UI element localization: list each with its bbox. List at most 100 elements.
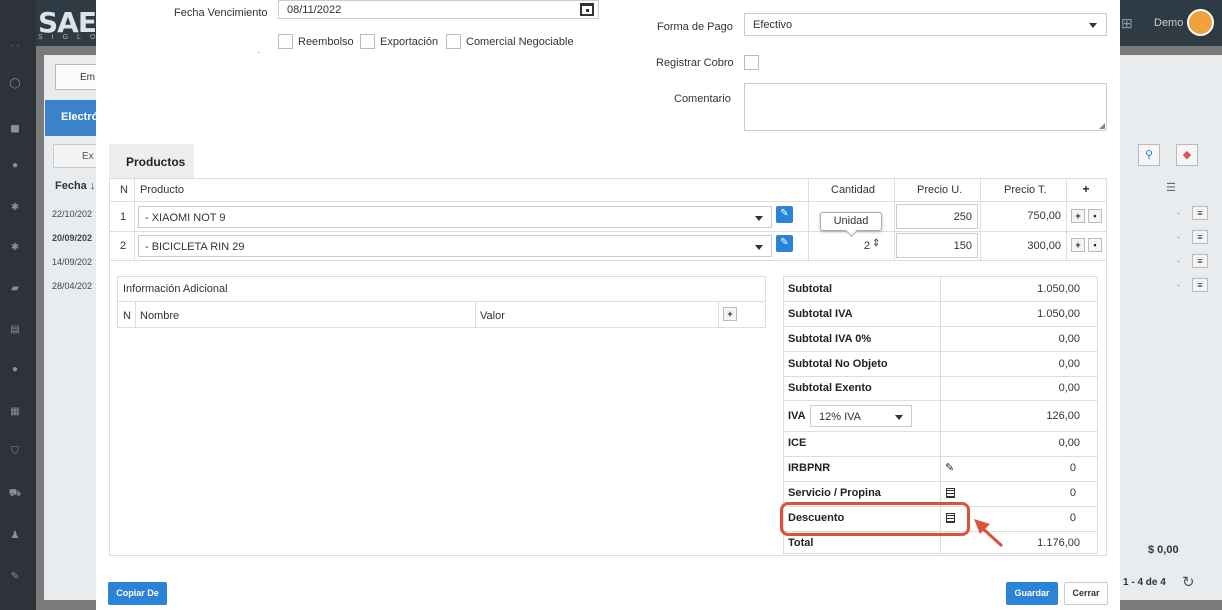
chart-icon[interactable]: ▅	[8, 122, 22, 133]
calculator-icon[interactable]	[946, 488, 955, 498]
divider	[784, 400, 1097, 401]
row-menu-icon[interactable]: ≡	[1192, 278, 1208, 292]
divider	[894, 179, 895, 261]
avatar[interactable]	[1187, 9, 1214, 36]
product-select[interactable]: - XIAOMI NOT 9	[138, 206, 772, 228]
refresh-icon[interactable]: ↻	[1182, 573, 1195, 591]
subtotal-iva0-label: Subtotal IVA 0%	[788, 333, 872, 345]
truck-icon[interactable]: ▰	[8, 283, 22, 294]
arrow-annotation-icon	[974, 519, 1004, 548]
app-logo-subtitle: SIGLO	[38, 34, 105, 41]
collapse-icon[interactable]: · ·	[8, 40, 22, 51]
product-select[interactable]: - BICICLETA RIN 29	[138, 235, 772, 257]
divider	[784, 431, 1097, 432]
edit-product-button[interactable]: ✎	[776, 206, 793, 223]
divider	[134, 179, 135, 261]
separator-dot: .	[258, 46, 261, 55]
add-row-button[interactable]: +	[1071, 209, 1085, 223]
apps-grid-icon[interactable]: ⊞	[1121, 15, 1133, 32]
calendar-icon[interactable]	[580, 3, 594, 16]
row-menu-icon[interactable]: ≡	[1192, 254, 1208, 268]
pen-icon[interactable]: ✎	[8, 571, 22, 582]
iva-value: 126,00	[1046, 410, 1080, 422]
save-button[interactable]: Guardar	[1006, 582, 1058, 605]
product-value: - BICICLETA RIN 29	[145, 241, 245, 253]
register-payment-checkbox[interactable]	[744, 55, 759, 70]
exportacion-checkbox[interactable]	[360, 34, 375, 49]
table-row[interactable]: 28/04/202	[52, 281, 92, 291]
table-row[interactable]: 22/10/202	[52, 209, 92, 219]
additional-info-title: Información Adicional	[123, 283, 228, 295]
iva-select[interactable]: 12% IVA	[810, 405, 912, 427]
divider	[1066, 179, 1067, 261]
cog-icon[interactable]: ✱	[8, 202, 22, 213]
pencil-icon[interactable]: ✎	[945, 461, 954, 474]
unit-price-input[interactable]: 250	[896, 204, 978, 229]
edit-product-button[interactable]: ✎	[776, 235, 793, 252]
background-total: $ 0,00	[1148, 544, 1179, 556]
quantity-value[interactable]: 2	[840, 240, 870, 252]
table-row[interactable]: 14/09/202	[52, 257, 92, 267]
total-price-value: 300,00	[1027, 240, 1061, 252]
cart-icon[interactable]: ⛟	[8, 488, 22, 499]
filter-icon[interactable]: ☰	[1160, 178, 1182, 200]
add-info-button[interactable]: +	[723, 307, 737, 321]
dot-icon: -	[1177, 208, 1180, 218]
users-icon[interactable]: ●	[8, 160, 22, 171]
divider	[110, 260, 1106, 261]
app-sidebar: · · ◯ ▅ ● ✱ ✱ ▰ ▤ ● ▦ ⛉ ⛟ ♟ ✎	[0, 0, 36, 610]
chevron-down-icon	[1089, 23, 1097, 28]
unit-price-value: 150	[953, 240, 972, 252]
shield-icon[interactable]: ⛉	[8, 446, 22, 457]
clock-icon[interactable]: ◯	[8, 78, 22, 89]
subtotal-iva0-value: 0,00	[1058, 333, 1080, 345]
reembolso-checkbox[interactable]	[278, 34, 293, 49]
user-name[interactable]: Demo	[1154, 17, 1183, 29]
comercial-negociable-checkbox[interactable]	[446, 34, 461, 49]
ice-value: 0,00	[1058, 437, 1080, 449]
subtotal-no-objeto-label: Subtotal No Objeto	[788, 358, 888, 370]
servicio-value: 0	[1069, 487, 1076, 499]
trash-icon[interactable]: ▪	[1088, 209, 1102, 223]
tab-productos[interactable]: Productos	[109, 144, 194, 178]
exportacion-label: Exportación	[380, 36, 439, 48]
payment-method-value: Efectivo	[753, 19, 793, 31]
col-n: N	[123, 310, 131, 322]
divider	[784, 481, 1097, 482]
row-menu-icon[interactable]: ≡	[1192, 206, 1208, 220]
eraser-icon[interactable]: ◆	[1176, 144, 1198, 166]
search-icon[interactable]: ⚲	[1138, 144, 1160, 166]
col-precio-u: Precio U.	[917, 184, 963, 196]
comment-textarea[interactable]: ◢	[744, 83, 1107, 131]
unit-price-input[interactable]: 150	[896, 233, 978, 258]
total-value: 1.176,00	[1037, 537, 1080, 549]
add-row-button[interactable]: +	[1071, 238, 1085, 252]
payment-method-select[interactable]: Efectivo	[744, 13, 1107, 36]
ice-label: ICE	[788, 437, 807, 449]
dot-icon: -	[1177, 256, 1180, 266]
row-number: 2	[120, 240, 127, 252]
close-button[interactable]: Cerrar	[1064, 582, 1108, 605]
chevron-down-icon	[895, 415, 903, 420]
divider	[135, 302, 136, 327]
palette-icon[interactable]: ●	[8, 364, 22, 375]
copy-from-button[interactable]: Copiar De	[108, 582, 167, 605]
due-date-input[interactable]: 08/11/2022	[278, 0, 599, 19]
row-menu-icon[interactable]: ≡	[1192, 230, 1208, 244]
irbpnr-label: IRBPNR	[788, 462, 831, 474]
date-column-header[interactable]: Fecha ↓	[55, 180, 95, 192]
add-product-button[interactable]: +	[1079, 183, 1093, 197]
table-row[interactable]: 20/09/202	[52, 233, 92, 243]
descuento-value: 0	[1069, 512, 1076, 524]
divider	[475, 302, 476, 327]
table-icon[interactable]: ▦	[8, 406, 22, 417]
user-icon[interactable]: ♟	[8, 530, 22, 541]
cogs-icon[interactable]: ✱	[8, 242, 22, 253]
col-precio-t: Precio T.	[1004, 184, 1047, 196]
servicio-label: Servicio / Propina	[788, 487, 881, 499]
trash-icon[interactable]: ▪	[1088, 238, 1102, 252]
unit-price-value: 250	[953, 211, 972, 223]
resize-handle-icon[interactable]: ◢	[1099, 121, 1105, 130]
list-icon[interactable]: ▤	[8, 324, 22, 335]
quantity-stepper-icon[interactable]: ⇕	[872, 238, 880, 249]
